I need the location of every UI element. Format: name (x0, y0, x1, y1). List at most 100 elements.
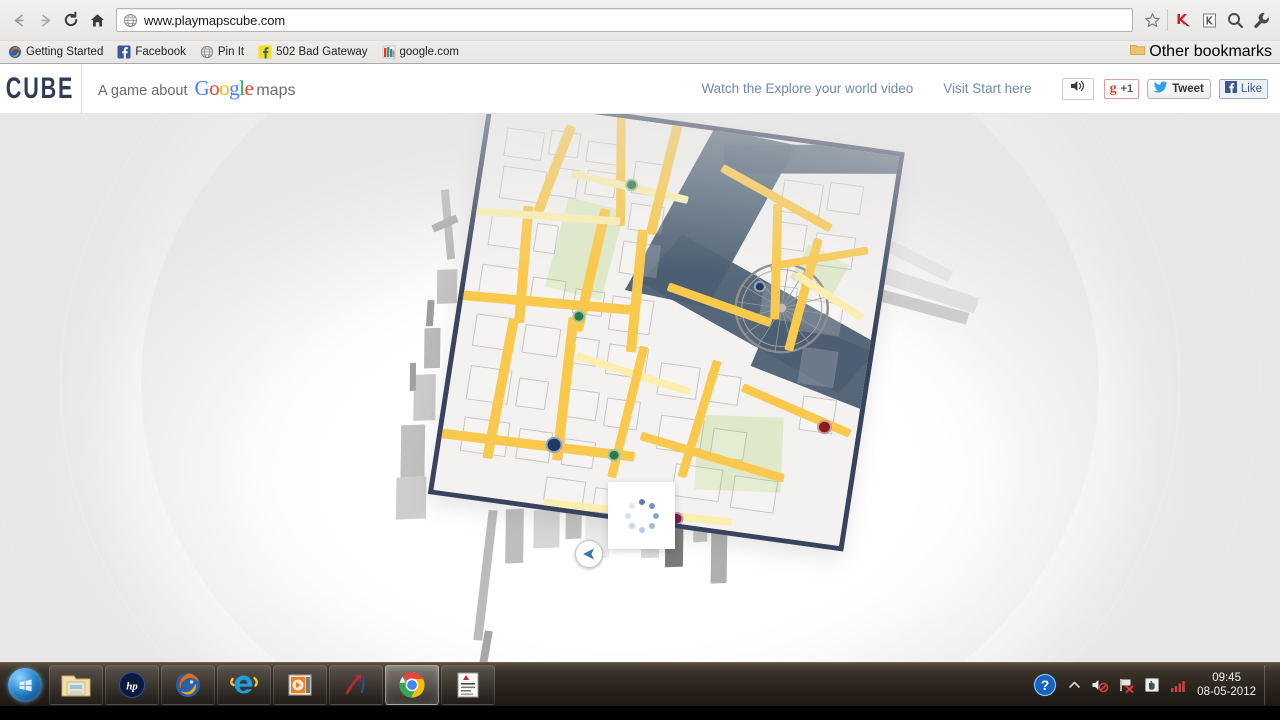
facebook-icon (1224, 80, 1237, 98)
maps-word: maps (256, 82, 296, 99)
bookmark-getting-started[interactable]: Getting Started (8, 43, 103, 61)
reload-button[interactable] (58, 7, 84, 33)
action-center-icon[interactable] (1142, 675, 1162, 695)
show-desktop-button[interactable] (1264, 665, 1274, 705)
game-stage[interactable] (0, 114, 1280, 662)
screen: www.playmapscube.com Getting Started Fac… (0, 0, 1280, 720)
pegman-arrow-marker[interactable] (575, 540, 603, 568)
clock-time: 09:45 (1212, 672, 1241, 684)
taskbar-bottom-fill (0, 706, 1280, 720)
visit-start-here-link[interactable]: Visit Start here (943, 81, 1031, 96)
game-header: CUBE A game about Google maps Watch the … (0, 63, 1280, 114)
left-building (423, 327, 441, 369)
overhang-building (505, 508, 524, 564)
bookmark-label: Getting Started (26, 46, 104, 58)
taskbar: hp ? 09:45 08-05-2012 (0, 662, 1280, 720)
start-orb[interactable] (2, 664, 48, 706)
taskbar-arrow-app[interactable] (329, 665, 383, 705)
network-flag-error-icon[interactable] (1116, 675, 1136, 695)
google-plus-one-button[interactable]: g +1 (1103, 78, 1140, 99)
left-building (436, 269, 458, 304)
google-letter-g2: g (229, 76, 240, 100)
globe-icon (200, 45, 214, 59)
google-letter-o2: o (219, 76, 230, 100)
sound-toggle-button[interactable] (1061, 77, 1094, 100)
bookmarks-bar: Getting Started Facebook Pin It 502 Bad … (0, 40, 1280, 63)
google-plus-letter: g (1109, 80, 1117, 96)
like-label: Like (1240, 82, 1262, 95)
bookmark-label: Pin It (217, 46, 245, 58)
browser-chrome: www.playmapscube.com Getting Started Fac… (0, 0, 1280, 64)
map-cube-face[interactable] (393, 114, 999, 662)
globe-icon (123, 13, 138, 28)
bookmark-google-com[interactable]: google.com (382, 43, 459, 61)
left-building (400, 424, 426, 478)
firefox-icon (8, 45, 22, 59)
home-button[interactable] (84, 7, 110, 33)
overhang-tower (473, 509, 498, 641)
sound-icon (1069, 79, 1087, 98)
taskbar-media-player[interactable] (273, 665, 327, 705)
bookmark-pin-it[interactable]: Pin It (200, 43, 244, 61)
road (615, 114, 626, 226)
bookmark-label: google.com (399, 46, 459, 58)
taskbar-clock[interactable]: 09:45 08-05-2012 (1197, 671, 1256, 699)
svg-text:?: ? (1041, 677, 1050, 693)
bookmark-star-icon[interactable] (1139, 7, 1165, 33)
left-building (395, 476, 427, 520)
twitter-bird-icon (1153, 80, 1168, 98)
address-bar-url: www.playmapscube.com (144, 12, 286, 28)
facebook-icon (117, 45, 131, 59)
svg-text:hp: hp (126, 681, 138, 693)
left-arrow-icon (583, 548, 594, 560)
tweet-label: Tweet (1172, 82, 1204, 95)
wrench-menu-icon[interactable] (1248, 7, 1274, 33)
windows-logo-icon (8, 668, 42, 702)
taskbar-explorer[interactable] (49, 665, 103, 705)
left-building (413, 374, 436, 421)
taskbar-document-app[interactable] (441, 665, 495, 705)
folder-icon (1130, 43, 1146, 61)
cube-logo: CUBE (6, 71, 75, 105)
watch-video-link[interactable]: Watch the Explore your world video (701, 81, 913, 96)
extension-gray-k-icon[interactable] (1196, 7, 1222, 33)
help-icon[interactable]: ? (1032, 672, 1058, 698)
colorful-site-icon (382, 45, 396, 59)
tweet-button[interactable]: Tweet (1147, 78, 1211, 99)
clock-date: 08-05-2012 (1197, 686, 1256, 698)
other-bookmarks-label: Other bookmarks (1149, 43, 1272, 60)
taskbar-chrome[interactable] (385, 665, 439, 705)
tagline: A game about Google maps (98, 76, 295, 101)
left-spire (409, 362, 417, 392)
browser-toolbar: www.playmapscube.com (0, 0, 1280, 40)
bookmark-502-bad-gateway[interactable]: 502 Bad Gateway (258, 43, 368, 61)
extension-red-k-icon[interactable] (1170, 7, 1196, 33)
other-bookmarks-button[interactable]: Other bookmarks (1130, 43, 1272, 61)
bookmark-label: Facebook (135, 46, 186, 58)
search-icon[interactable] (1222, 7, 1248, 33)
toolbar-separator (1167, 9, 1168, 31)
taskbar-hp[interactable]: hp (105, 665, 159, 705)
taskbar-inner: hp ? 09:45 08-05-2012 (0, 663, 1280, 707)
tagline-prefix: A game about (98, 83, 188, 99)
bookmark-facebook[interactable]: Facebook (117, 43, 186, 61)
google-wordmark: Google (195, 76, 254, 101)
left-spire (425, 300, 435, 327)
volume-muted-icon[interactable] (1090, 675, 1110, 695)
show-hidden-icons-chevron[interactable] (1064, 675, 1084, 695)
address-bar[interactable]: www.playmapscube.com (116, 8, 1133, 32)
system-tray: ? 09:45 08-05-2012 (1029, 665, 1280, 705)
taskbar-firefox[interactable] (161, 665, 215, 705)
bookmark-label: 502 Bad Gateway (276, 46, 368, 58)
back-button[interactable] (6, 7, 32, 33)
facebook-like-button[interactable]: Like (1218, 78, 1268, 99)
loading-panel (608, 482, 675, 549)
cube-logo-cell[interactable]: CUBE (0, 63, 82, 114)
forward-button[interactable] (32, 7, 58, 33)
google-plus-count: +1 (1120, 82, 1134, 95)
signal-bars-icon[interactable] (1168, 675, 1188, 695)
facebook-yellow-icon (258, 45, 272, 59)
loading-spinner (624, 498, 659, 533)
taskbar-internet-explorer[interactable] (217, 665, 271, 705)
google-letter-g1: G (194, 76, 210, 100)
